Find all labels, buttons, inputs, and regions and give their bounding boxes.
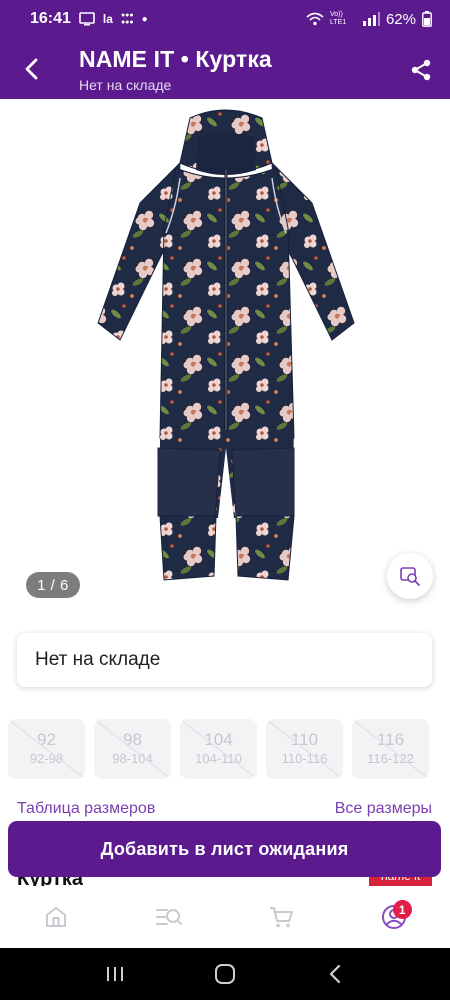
size-option[interactable]: 104 104-110 <box>180 719 257 779</box>
unavailable-strike-icon <box>94 719 171 779</box>
nav-home[interactable] <box>26 892 86 942</box>
unavailable-strike-icon <box>266 719 343 779</box>
nav-cart[interactable] <box>251 892 311 942</box>
wifi-icon <box>306 12 324 26</box>
notification-badge: 1 <box>392 900 412 919</box>
nav-profile[interactable]: 1 <box>364 892 424 942</box>
back-button[interactable] <box>14 52 48 86</box>
more-notifications-icon: ● <box>141 13 148 25</box>
detmir-notification-icon: ●●● ●●● <box>120 12 134 26</box>
arrow-back-icon <box>25 58 38 80</box>
screen-cast-icon <box>79 12 95 26</box>
size-selector: 92 92-98 98 98-104 104 104-110 110 110-1… <box>8 719 432 779</box>
unavailable-strike-icon <box>8 719 85 779</box>
image-counter: 1 / 6 <box>26 572 80 598</box>
unavailable-strike-icon <box>352 719 429 779</box>
system-back-button[interactable] <box>315 954 355 994</box>
home-icon <box>46 907 67 927</box>
home-circle-icon <box>215 964 235 984</box>
image-search-icon <box>400 567 420 586</box>
visual-search-button[interactable] <box>387 553 433 599</box>
add-to-waitlist-button[interactable]: Добавить в лист ожидания <box>8 821 441 877</box>
battery-level: 62% <box>385 10 416 28</box>
app-notification-icon: la <box>102 12 113 26</box>
product-image[interactable] <box>80 108 370 598</box>
status-time: 16:41 <box>30 10 71 27</box>
page-title: NAME IT • Куртка <box>79 46 272 72</box>
catalog-search-icon <box>155 909 182 925</box>
chevron-left-icon <box>329 964 341 984</box>
recent-apps-icon <box>107 967 123 981</box>
all-sizes-link[interactable]: Все размеры <box>335 800 432 818</box>
cart-icon <box>270 907 294 928</box>
system-nav-bar <box>0 948 450 1000</box>
size-option[interactable]: 116 116-122 <box>352 719 429 779</box>
size-table-link[interactable]: Таблица размеров <box>17 800 155 818</box>
share-icon <box>411 59 431 81</box>
size-option[interactable]: 92 92-98 <box>8 719 85 779</box>
bottom-nav: 1 <box>0 886 450 948</box>
stock-status-card: Нет на складе <box>17 633 432 687</box>
unavailable-strike-icon <box>180 719 257 779</box>
status-bar: 16:41 la ●●● ●●● ● Vo)) LTE1 62% <box>0 0 450 38</box>
size-option[interactable]: 98 98-104 <box>94 719 171 779</box>
page-subtitle: Нет на складе <box>79 77 172 93</box>
nav-catalog-search[interactable] <box>139 892 199 942</box>
share-button[interactable] <box>404 53 438 87</box>
signal-icon <box>362 12 380 26</box>
recent-apps-button[interactable] <box>95 954 135 994</box>
network-label: Vo)) LTE1 <box>329 11 347 26</box>
size-links: Таблица размеров Все размеры <box>17 800 432 818</box>
size-option[interactable]: 110 110-116 <box>266 719 343 779</box>
home-button[interactable] <box>205 954 245 994</box>
battery-icon <box>422 11 432 27</box>
app-bar: NAME IT • Куртка Нет на складе <box>0 38 450 99</box>
